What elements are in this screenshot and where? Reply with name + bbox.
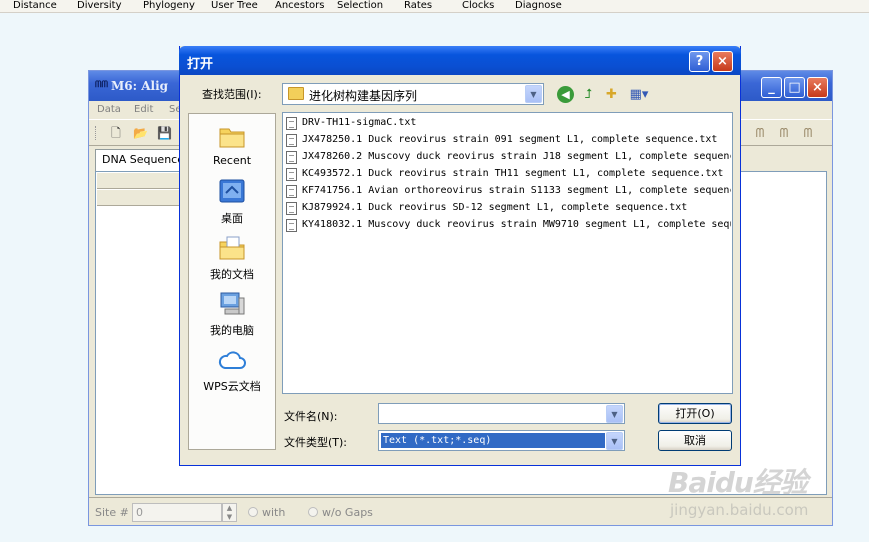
look-in-label: 查找范围(I): [202, 88, 262, 101]
place-desktop[interactable]: 桌面 [189, 178, 275, 234]
menu-selection[interactable]: Selection [337, 0, 383, 12]
help-button[interactable]: ? [689, 51, 710, 72]
place-recent[interactable]: Recent [189, 122, 275, 178]
list-item[interactable]: KY418032.1 Muscovy duck reovirus strain … [286, 218, 731, 234]
menu-ancestors[interactable]: Ancestors [275, 0, 324, 12]
save-icon[interactable]: 💾 [157, 126, 172, 140]
mega-icon: ᗰᗰ [95, 80, 108, 90]
maximize-button[interactable]: □ [784, 77, 805, 98]
site-number-input[interactable]: 0 [132, 503, 222, 522]
list-item[interactable]: KF741756.1 Avian orthoreovirus strain S1… [286, 184, 731, 200]
new-folder-icon[interactable]: ✚ [603, 86, 620, 103]
grid-header-row [97, 173, 181, 189]
with-gaps-label: with [262, 506, 286, 519]
chevron-down-icon[interactable]: ▼ [525, 85, 542, 103]
chevron-down-icon[interactable]: ▼ [606, 432, 623, 450]
place-label: 桌面 [221, 212, 243, 225]
my-computer-icon [220, 292, 245, 315]
look-in-value: 进化树构建基因序列 [309, 89, 418, 103]
place-label: Recent [212, 154, 252, 167]
dialog-close-button[interactable]: × [712, 51, 733, 72]
text-file-icon [286, 219, 297, 232]
text-file-icon [286, 202, 297, 215]
text-file-icon [286, 151, 297, 164]
file-name: KC493572.1 Duck reovirus strain TH11 seg… [302, 168, 724, 179]
back-arrow-icon[interactable]: ◀ [557, 86, 574, 103]
menu-user-tree[interactable]: User Tree [211, 0, 258, 12]
file-name: KY418032.1 Muscovy duck reovirus strain … [302, 219, 731, 230]
find-marked-site-icon[interactable]: ᗰ [753, 126, 767, 140]
place-my-documents[interactable]: 我的文档 [189, 234, 275, 290]
dialog-titlebar[interactable]: 打开 ? × [179, 46, 741, 75]
close-button[interactable]: × [807, 77, 828, 98]
place-label: 我的文档 [210, 268, 254, 281]
site-number-label: Site # [95, 506, 129, 519]
place-my-computer[interactable]: 我的电脑 [189, 290, 275, 346]
find-previous-icon[interactable]: ᗰ [777, 126, 791, 140]
list-item[interactable]: KJ879924.1 Duck reovirus SD-12 segment L… [286, 201, 731, 217]
desktop-icon [219, 179, 245, 203]
minimize-button[interactable]: _ [761, 77, 782, 98]
text-file-icon [286, 185, 297, 198]
open-button[interactable]: 打开(O) [658, 403, 732, 424]
list-item[interactable]: JX478260.2 Muscovy duck reovirus strain … [286, 150, 731, 166]
mega-menubar: Distance Diversity Phylogeny User Tree A… [0, 0, 869, 13]
alignment-window-title: M6: Alig [111, 79, 169, 93]
file-name: JX478250.1 Duck reovirus strain 091 segm… [302, 134, 718, 145]
site-spinner[interactable]: ▲ ▼ [222, 503, 237, 522]
baidu-watermark: Baidu经验 jingyan.baidu.com [668, 455, 864, 527]
my-documents-icon [219, 236, 245, 260]
up-folder-icon[interactable]: ⮥ [580, 86, 597, 103]
text-file-icon [286, 117, 297, 130]
wps-cloud-icon [218, 351, 246, 369]
text-file-icon [286, 168, 297, 181]
recent-folder-icon [219, 128, 245, 148]
menu-diagnose[interactable]: Diagnose [515, 0, 562, 12]
chevron-down-icon[interactable]: ▼ [606, 405, 623, 423]
file-type-label: 文件类型(T): [284, 436, 348, 449]
list-item[interactable]: DRV-TH11-sigmaC.txt [286, 116, 731, 132]
watermark-logo: Baidu经验 [668, 466, 808, 499]
list-item[interactable]: KC493572.1 Duck reovirus strain TH11 seg… [286, 167, 731, 183]
text-file-icon [286, 134, 297, 147]
menu-clocks[interactable]: Clocks [462, 0, 494, 12]
without-gaps-label: w/o Gaps [322, 506, 373, 519]
menu-distance[interactable]: Distance [13, 0, 57, 12]
grid-header-row [97, 190, 181, 206]
place-label: 我的电脑 [210, 324, 254, 337]
new-file-icon[interactable]: 🗋 [109, 126, 123, 140]
watermark-url: jingyan.baidu.com [670, 501, 809, 519]
file-list[interactable]: DRV-TH11-sigmaC.txt JX478250.1 Duck reov… [282, 112, 733, 394]
with-gaps-radio[interactable] [248, 507, 258, 517]
menu-rates[interactable]: Rates [404, 0, 432, 12]
toolbar-grip [95, 126, 97, 140]
menu-diversity[interactable]: Diversity [77, 0, 122, 12]
file-name: DRV-TH11-sigmaC.txt [302, 117, 417, 128]
open-file-dialog: 打开 ? × 查找范围(I): 进化树构建基因序列 ▼ ◀ ⮥ ✚ ▦▾ Rec… [179, 46, 741, 466]
menu-phylogeny[interactable]: Phylogeny [143, 0, 195, 12]
folder-icon [288, 87, 304, 100]
list-item[interactable]: JX478250.1 Duck reovirus strain 091 segm… [286, 133, 731, 149]
file-type-value: Text (*.txt;*.seq) [381, 433, 605, 448]
file-name: KJ879924.1 Duck reovirus SD-12 segment L… [302, 202, 688, 213]
file-type-combo[interactable]: Text (*.txt;*.seq) ▼ [378, 430, 625, 451]
view-menu-icon[interactable]: ▦▾ [627, 86, 651, 103]
menu-data[interactable]: Data [97, 104, 121, 115]
places-bar: Recent 桌面 我的文档 我的电脑 WPS云文档 [188, 113, 276, 450]
cancel-button[interactable]: 取消 [658, 430, 732, 451]
file-name: KF741756.1 Avian orthoreovirus strain S1… [302, 185, 731, 196]
menu-edit[interactable]: Edit [134, 104, 153, 115]
file-name-input[interactable]: ▼ [378, 403, 625, 424]
find-next-icon[interactable]: ᗰ [801, 126, 815, 140]
dialog-title: 打开 [187, 57, 214, 72]
place-label: WPS云文档 [203, 380, 261, 393]
file-name-label: 文件名(N): [284, 410, 338, 423]
file-name: JX478260.2 Muscovy duck reovirus strain … [302, 151, 731, 162]
without-gaps-radio[interactable] [308, 507, 318, 517]
place-wps-cloud[interactable]: WPS云文档 [189, 346, 275, 402]
open-folder-icon[interactable]: 📂 [133, 126, 148, 140]
look-in-combo[interactable]: 进化树构建基因序列 ▼ [282, 83, 544, 105]
